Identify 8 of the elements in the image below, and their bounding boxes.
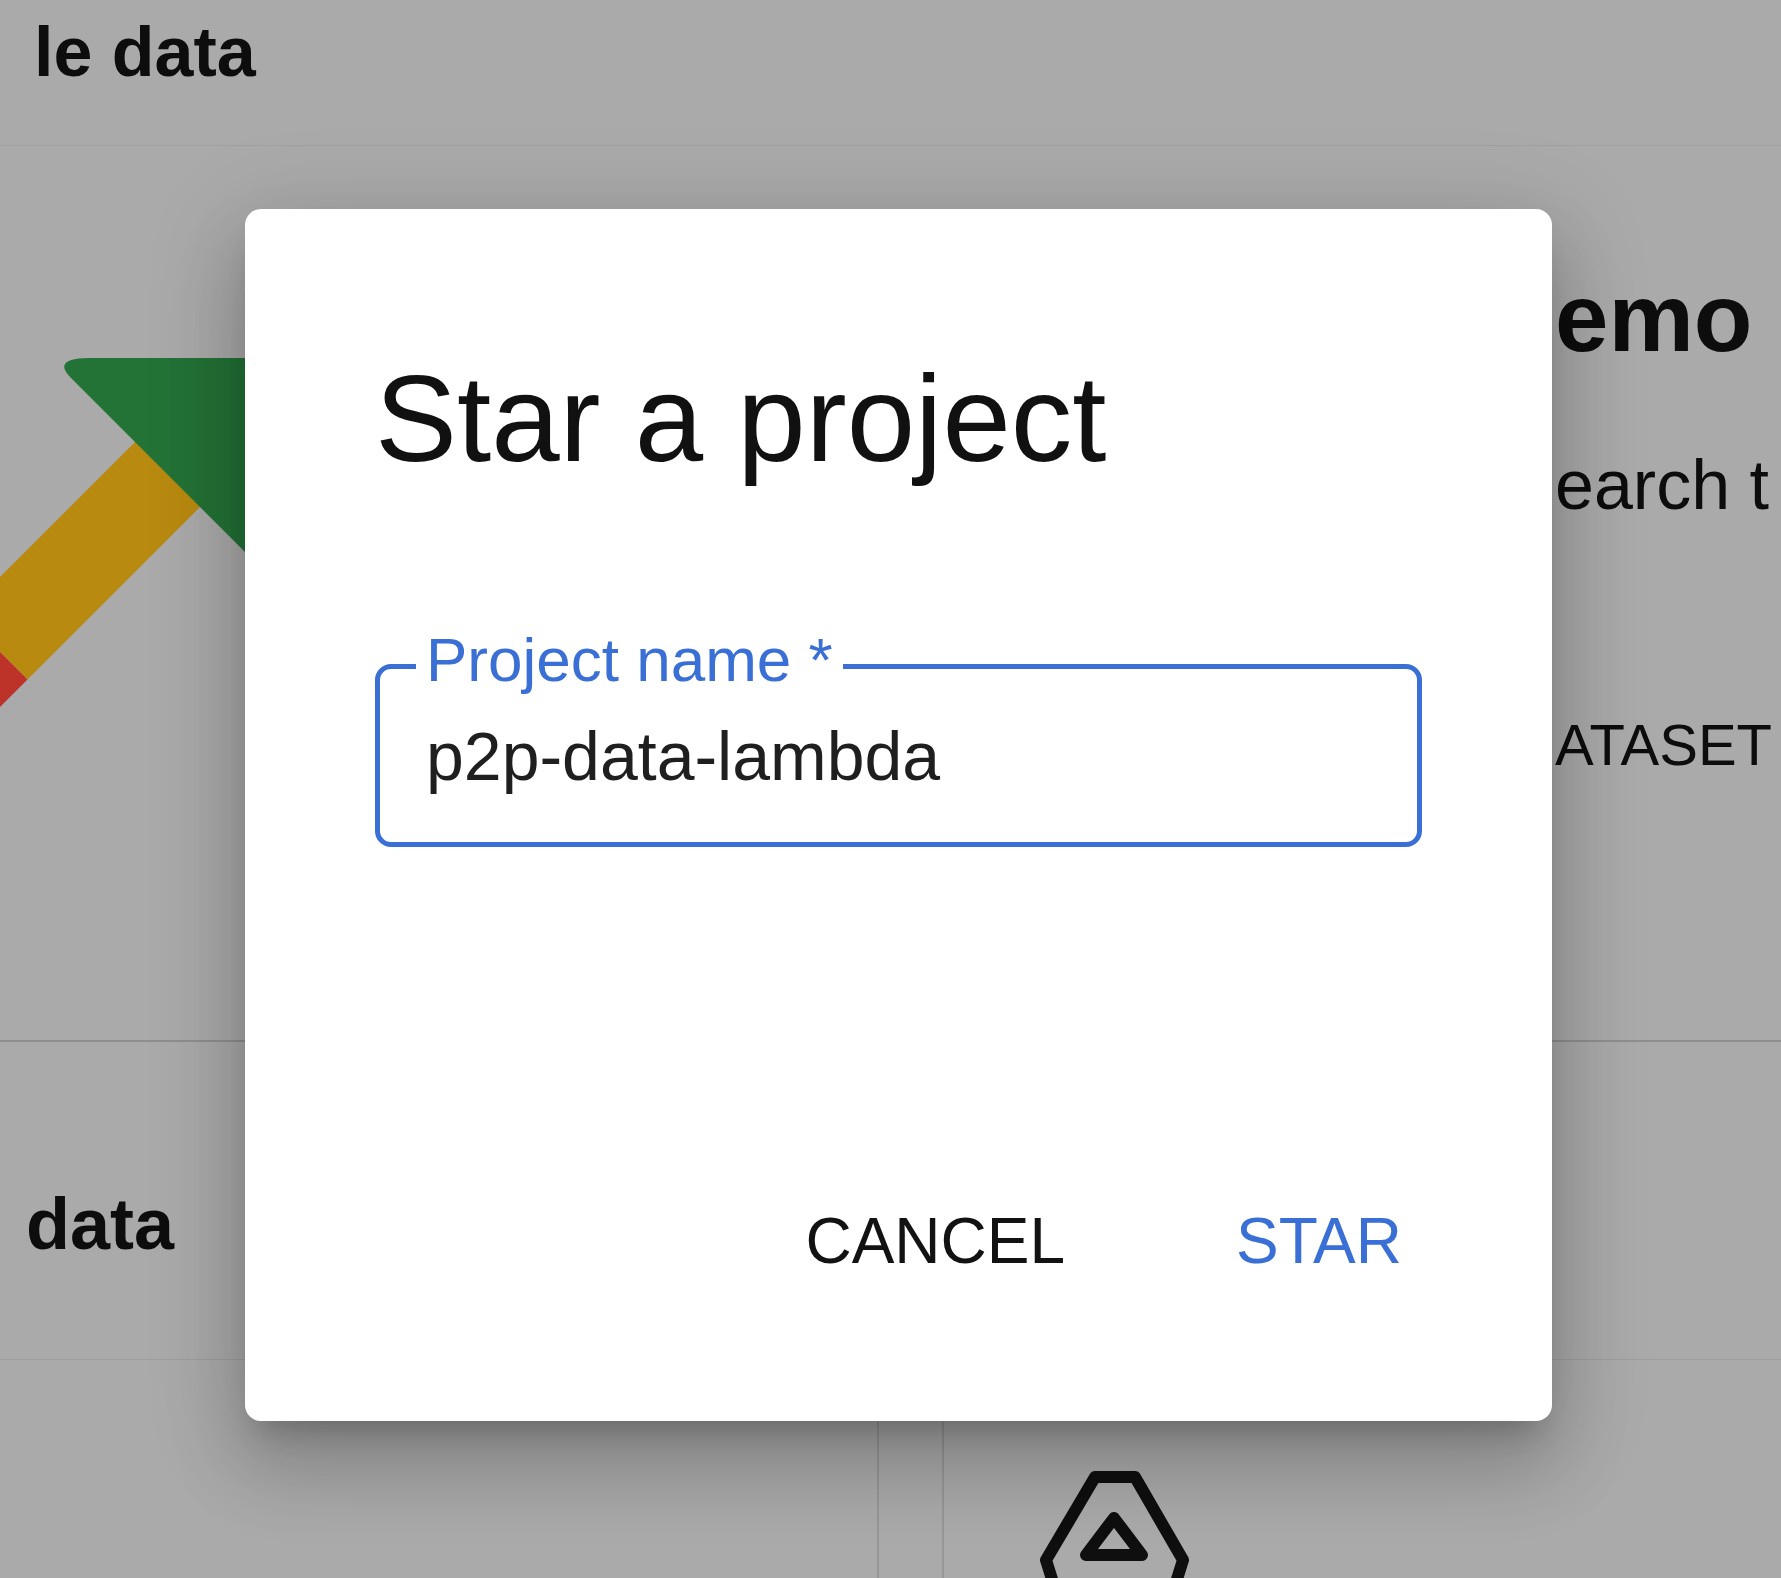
card-title: data [26, 1183, 175, 1266]
cancel-button[interactable]: CANCEL [785, 1191, 1086, 1291]
page-heading: le data [34, 12, 256, 93]
action-button[interactable]: ATASET [1555, 710, 1772, 780]
card-description: earch t [1555, 445, 1769, 526]
card-title: emo [1555, 263, 1753, 373]
dialog-title: Star a project [375, 349, 1107, 489]
star-button[interactable]: STAR [1216, 1191, 1422, 1291]
